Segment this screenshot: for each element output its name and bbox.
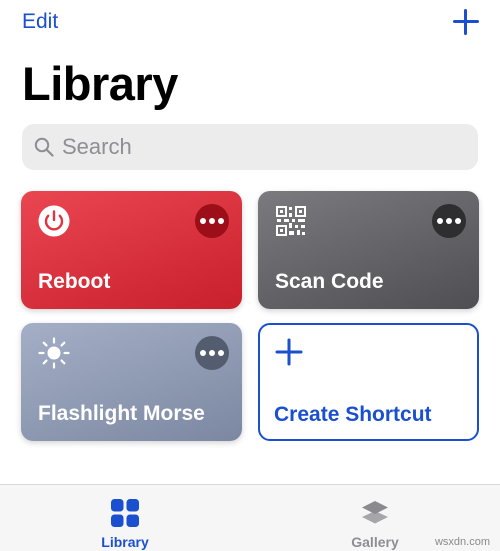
shortcut-tile-scan-code[interactable]: Scan Code: [258, 191, 479, 309]
power-icon: [37, 204, 71, 238]
sun-icon: [37, 336, 71, 370]
tab-bar: Library Gallery: [0, 484, 500, 551]
search-bar[interactable]: [22, 124, 478, 170]
more-options-button[interactable]: [195, 336, 229, 370]
create-shortcut-tile[interactable]: Create Shortcut: [258, 323, 479, 441]
plus-icon: [275, 338, 303, 366]
search-input[interactable]: [62, 134, 462, 160]
watermark: wsxdn.com: [434, 536, 490, 548]
shortcut-label: Scan Code: [275, 270, 384, 293]
shortcut-label: Reboot: [38, 270, 111, 293]
add-shortcut-button[interactable]: [452, 8, 480, 36]
grid-icon: [110, 498, 140, 528]
shortcut-tile-reboot[interactable]: Reboot: [21, 191, 242, 309]
edit-button[interactable]: Edit: [22, 10, 58, 34]
tab-gallery[interactable]: Gallery: [300, 485, 450, 551]
page-title: Library: [22, 57, 178, 110]
shortcut-label: Create Shortcut: [274, 403, 432, 426]
more-options-button[interactable]: [432, 204, 466, 238]
layers-icon: [360, 498, 390, 528]
tab-label: Gallery: [351, 534, 399, 550]
shortcut-label: Flashlight Morse: [38, 402, 205, 425]
shortcut-tile-flashlight-morse[interactable]: Flashlight Morse: [21, 323, 242, 441]
tab-label: Library: [101, 534, 149, 550]
qr-code-icon: [274, 204, 308, 238]
search-icon: [34, 137, 54, 157]
tab-library[interactable]: Library: [50, 485, 200, 551]
more-options-button[interactable]: [195, 204, 229, 238]
